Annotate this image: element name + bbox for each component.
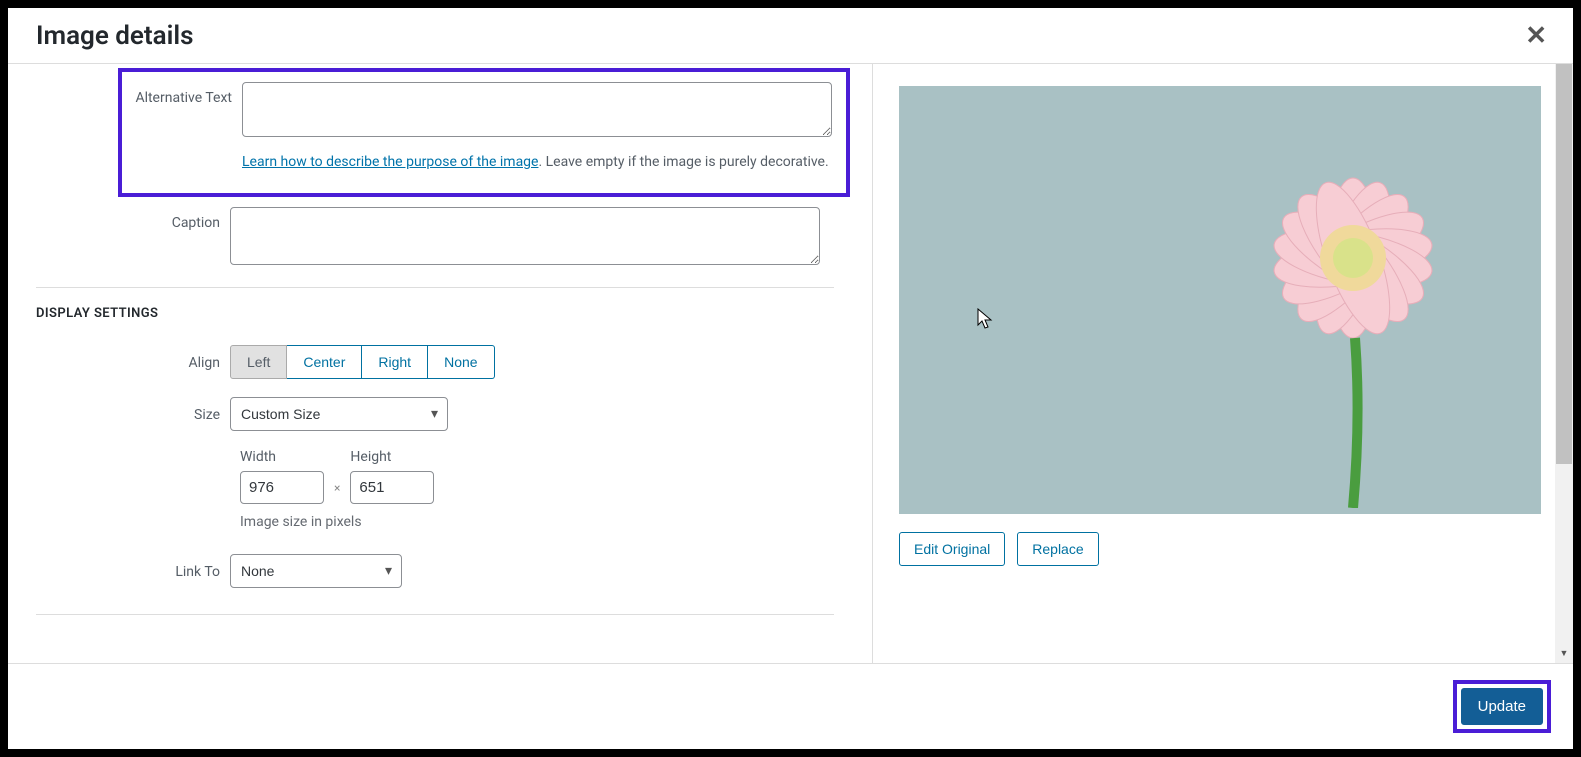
divider	[36, 287, 834, 288]
alt-text-input[interactable]	[242, 82, 832, 137]
update-button[interactable]: Update	[1461, 688, 1543, 725]
dialog-body: Alternative Text Learn how to describe t…	[8, 64, 1573, 663]
align-right-button[interactable]: Right	[362, 345, 428, 379]
preview-panel: Edit Original Replace	[873, 64, 1573, 663]
dialog-header: Image details ✕	[8, 8, 1573, 64]
times-glyph: ×	[334, 481, 340, 504]
caption-label: Caption	[36, 207, 230, 231]
alt-text-help-link[interactable]: Learn how to describe the purpose of the…	[242, 154, 538, 170]
linkto-select[interactable]: None	[230, 554, 402, 588]
cursor-icon	[977, 308, 993, 335]
align-none-button[interactable]: None	[428, 345, 494, 379]
size-select[interactable]: Custom Size	[230, 397, 448, 431]
scrollbar[interactable]: ▼	[1555, 64, 1573, 663]
height-input[interactable]	[350, 471, 434, 504]
alt-text-highlight: Alternative Text Learn how to describe t…	[118, 68, 850, 197]
image-preview	[899, 86, 1541, 514]
scrollbar-thumb[interactable]	[1556, 64, 1572, 464]
alt-text-help-suffix: . Leave empty if the image is purely dec…	[538, 154, 828, 170]
align-center-button[interactable]: Center	[287, 345, 362, 379]
update-highlight: Update	[1453, 680, 1551, 733]
replace-button[interactable]: Replace	[1017, 532, 1098, 566]
close-button[interactable]: ✕	[1519, 20, 1553, 51]
caption-input[interactable]	[230, 207, 820, 265]
width-input[interactable]	[240, 471, 324, 504]
close-icon: ✕	[1525, 20, 1547, 50]
size-help-text: Image size in pixels	[240, 514, 862, 530]
flower-image	[1223, 138, 1483, 512]
width-label: Width	[240, 449, 324, 465]
alt-text-label: Alternative Text	[130, 82, 242, 106]
align-label: Align	[36, 353, 230, 371]
dimensions-group: Width × Height Image size in pixels	[240, 449, 862, 530]
align-button-group: Left Center Right None	[230, 345, 495, 379]
chevron-down-icon[interactable]: ▼	[1555, 645, 1573, 663]
divider	[36, 614, 834, 615]
size-label: Size	[36, 405, 230, 423]
settings-panel: Alternative Text Learn how to describe t…	[8, 64, 873, 663]
linkto-label: Link To	[36, 562, 230, 580]
align-left-button[interactable]: Left	[230, 345, 287, 379]
edit-original-button[interactable]: Edit Original	[899, 532, 1005, 566]
display-settings-heading: DISPLAY SETTINGS	[36, 306, 862, 321]
dialog-footer: Update	[8, 663, 1573, 749]
alt-text-help: Learn how to describe the purpose of the…	[242, 151, 832, 173]
dialog-title: Image details	[36, 21, 193, 51]
height-label: Height	[350, 449, 434, 465]
